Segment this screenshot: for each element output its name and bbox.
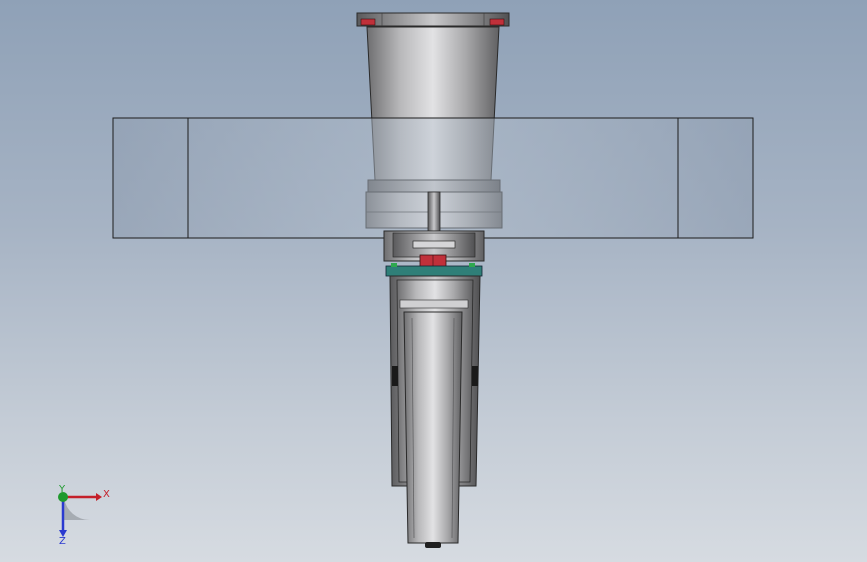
- model-canvas: X Y Z: [58, 12, 754, 548]
- 3d-viewport[interactable]: X Y Z: [0, 0, 867, 562]
- y-axis-label: Y: [58, 484, 66, 495]
- x-axis-label: X: [103, 489, 110, 500]
- top-flange[interactable]: [356, 12, 510, 27]
- wheel[interactable]: [403, 311, 463, 548]
- z-axis-label: Z: [59, 536, 66, 547]
- x-axis-head: [96, 493, 102, 501]
- coupling[interactable]: [383, 230, 485, 268]
- view-triad: X Y Z: [58, 484, 110, 547]
